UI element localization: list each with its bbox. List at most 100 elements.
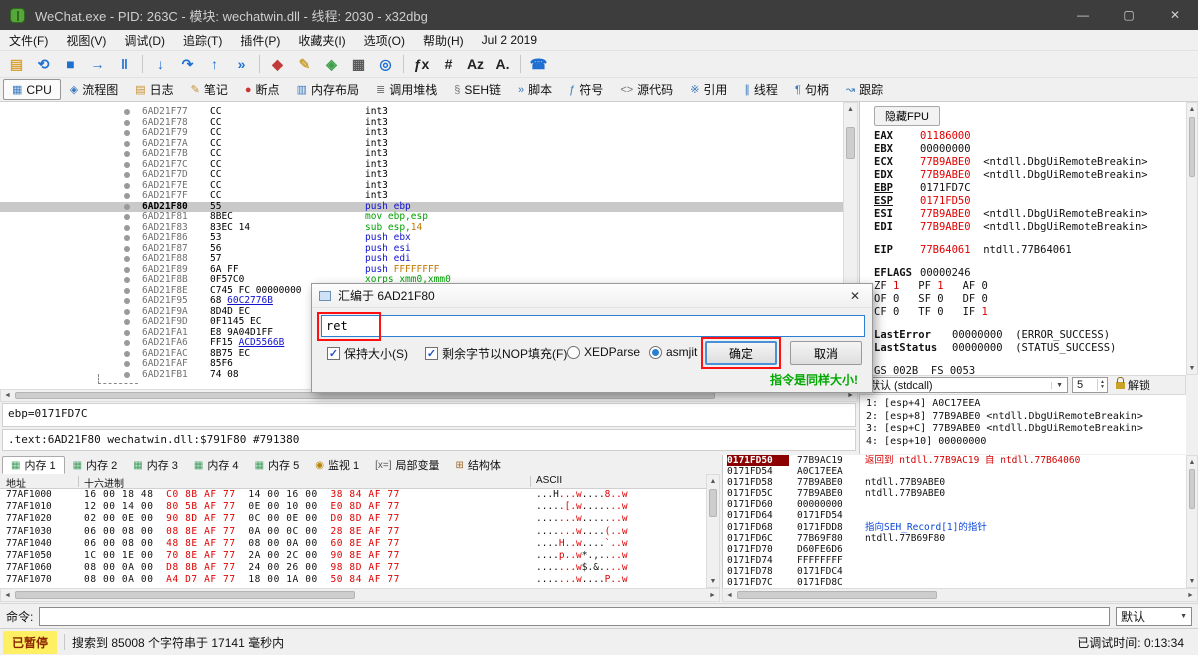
register-row[interactable]: ESI77B9ABE0 <ntdll.DbgUiRemoteBreakin> (860, 208, 1186, 221)
save-database-button[interactable]: ◎ (373, 52, 398, 76)
dump-row[interactable]: 77AF107008 00 0A 00 A4 D7 AF 77 18 00 1A… (0, 574, 706, 586)
menu-item-debug[interactable]: 调试(D) (115, 30, 174, 50)
stack-row[interactable]: 0171FD640171FD54 (723, 510, 1186, 521)
restart-button[interactable]: ⟲ (31, 52, 56, 76)
stack-row[interactable]: 0171FD7C0171FD8C (723, 577, 1186, 588)
breakpoint-dot[interactable] (124, 256, 130, 262)
breakpoint-dot[interactable] (124, 214, 130, 220)
disasm-row[interactable]: 6AD21F8756push esi (0, 244, 843, 255)
calculator-hash-button[interactable]: # (436, 52, 461, 76)
tab-threads[interactable]: ∥线程 (736, 79, 786, 100)
disasm-row[interactable]: 6AD21F78CCint3 (0, 118, 843, 129)
breakpoint-dot[interactable] (124, 172, 130, 178)
dock-tab-struct[interactable]: ⊞结构体 (448, 456, 509, 474)
scroll-thumb[interactable] (1189, 117, 1195, 177)
unlock-checkbox[interactable]: 解锁 (1128, 377, 1150, 393)
breakpoint-dot[interactable] (124, 162, 130, 168)
case-text-button[interactable]: A. (490, 52, 515, 76)
tab-seh[interactable]: §SEH链 (446, 79, 509, 100)
disasm-row[interactable]: 6AD21F77CCint3 (0, 107, 843, 118)
command-profile-select[interactable]: 默认 ▼ (1116, 607, 1192, 626)
breakpoint-dot[interactable] (124, 340, 130, 346)
stack-row[interactable]: 0171FD6C77B69F80ntdll.77B69F80 (723, 533, 1186, 544)
command-input[interactable] (39, 607, 1110, 626)
stack-row[interactable]: 0171FD5077B9AC19返回到 ntdll.77B9AC19 自 ntd… (723, 455, 1186, 466)
dialog-titlebar[interactable]: 汇编于 6AD21F80 ✕ (312, 284, 872, 308)
stack-row[interactable]: 0171FD6000000000 (723, 499, 1186, 510)
register-row[interactable]: EBX00000000 (860, 143, 1186, 156)
memory-map-button[interactable]: ▦ (346, 52, 371, 76)
assembly-input[interactable] (321, 315, 865, 337)
scroll-thumb[interactable] (1189, 469, 1195, 509)
dump-row[interactable]: 77AF101012 00 14 00 80 5B AF 77 0E 00 10… (0, 501, 706, 513)
menu-item-plugins[interactable]: 插件(P) (231, 30, 289, 50)
close-button[interactable]: ✕ (1152, 0, 1198, 30)
scroll-thumb[interactable] (737, 591, 937, 599)
disasm-row[interactable]: 6AD21F8653push ebx (0, 233, 843, 244)
dump-row[interactable]: 77AF106008 00 0A 00 D8 8B AF 77 24 00 26… (0, 562, 706, 574)
register-row[interactable]: LastError00000000 (ERROR_SUCCESS) (860, 329, 1186, 342)
tab-script[interactable]: »脚本 (510, 79, 560, 100)
patches-button[interactable]: ◆ (265, 52, 290, 76)
ok-button[interactable]: 确定 (705, 341, 777, 365)
dump-vscrollbar[interactable]: ▲ ▼ (706, 474, 720, 588)
stack-hscrollbar[interactable]: ◄ ► (722, 588, 1198, 602)
calling-convention-select[interactable]: 默认 (stdcall) ▼ (864, 377, 1068, 393)
register-row[interactable]: CF 0 TF 0 IF 1 (860, 306, 1186, 319)
scroll-up-icon[interactable]: ▲ (707, 475, 719, 487)
disasm-row[interactable]: 6AD21F7DCCint3 (0, 170, 843, 181)
menu-item-file[interactable]: 文件(F) (0, 30, 57, 50)
scroll-left-icon[interactable]: ◄ (1, 589, 14, 601)
scroll-down-icon[interactable]: ▼ (707, 575, 719, 587)
scroll-up-icon[interactable]: ▲ (1187, 456, 1197, 468)
memory-dump-pane[interactable]: 地址 十六进制 ASCII 77AF100016 00 18 48 C0 8B … (0, 474, 706, 588)
breakpoint-dot[interactable] (124, 330, 130, 336)
disasm-row[interactable]: 6AD21F7FCCint3 (0, 191, 843, 202)
disasm-row[interactable]: 6AD21F7ACCint3 (0, 139, 843, 150)
dump-hscrollbar[interactable]: ◄ ► (0, 588, 720, 602)
breakpoint-dot[interactable] (124, 235, 130, 241)
maximize-button[interactable]: ▢ (1106, 0, 1152, 30)
register-row[interactable]: EDX77B9ABE0 <ntdll.DbgUiRemoteBreakin> (860, 169, 1186, 182)
breakpoint-dot[interactable] (124, 130, 130, 136)
register-row[interactable]: EFLAGS00000246 (860, 267, 1186, 280)
breakpoint-dot[interactable] (124, 288, 130, 294)
cancel-button[interactable]: 取消 (790, 341, 862, 365)
stack-argument[interactable]: 4: [esp+10] 00000000 (860, 436, 1186, 449)
tab-graph[interactable]: ◈流程图 (62, 79, 126, 100)
dock-tab-watch1[interactable]: ◉监视 1 (307, 456, 367, 474)
tab-source[interactable]: <>源代码 (612, 79, 681, 100)
register-row[interactable]: ECX77B9ABE0 <ntdll.DbgUiRemoteBreakin> (860, 156, 1186, 169)
disasm-row[interactable]: 6AD21F8383EC 14sub esp,14 (0, 223, 843, 234)
registers-pane[interactable]: 隐藏FPU EAX01186000EBX00000000ECX77B9ABE0 … (859, 102, 1186, 375)
open-file-button[interactable]: ▤ (4, 52, 29, 76)
preferences-fx-button[interactable]: ƒx (409, 52, 434, 76)
stack-row[interactable]: 0171FD780171FDC4 (723, 566, 1186, 577)
step-over-button[interactable]: ↷ (175, 52, 200, 76)
scroll-thumb[interactable] (15, 392, 715, 399)
step-into-button[interactable]: ↓ (148, 52, 173, 76)
menu-item-options[interactable]: 选项(O) (355, 30, 414, 50)
breakpoint-dot[interactable] (124, 361, 130, 367)
stack-row[interactable]: 0171FD70D60FE6D6 (723, 544, 1186, 555)
stack-row[interactable]: 0171FD5877B9ABE0ntdll.77B9ABE0 (723, 477, 1186, 488)
stack-row[interactable]: 0171FD54A0C17EEA (723, 466, 1186, 477)
scroll-down-icon[interactable]: ▼ (1187, 362, 1197, 374)
nop-fill-checkbox[interactable]: 剩余字节以NOP填充(F) (425, 345, 567, 362)
scroll-thumb[interactable] (709, 489, 717, 517)
dock-tab-locals[interactable]: [x=]局部变量 (367, 456, 447, 474)
breakpoint-dot[interactable] (124, 141, 130, 147)
breakpoint-dot[interactable] (124, 309, 130, 315)
stack-row[interactable]: 0171FD5C77B9ABE0ntdll.77B9ABE0 (723, 488, 1186, 499)
stack-pane[interactable]: 0171FD5077B9AC19返回到 ntdll.77B9AC19 自 ntd… (722, 455, 1186, 588)
comment-button[interactable]: ✎ (292, 52, 317, 76)
scroll-left-icon[interactable]: ◄ (1, 390, 14, 401)
register-row[interactable]: ZF 1 PF 1 AF 0 (860, 280, 1186, 293)
menu-item-build-date[interactable]: Jul 2 2019 (473, 30, 546, 50)
breakpoint-dot[interactable] (124, 183, 130, 189)
dump-row[interactable]: 77AF104006 00 08 00 48 8E AF 77 08 00 0A… (0, 538, 706, 550)
tab-notes[interactable]: ✎笔记 (183, 79, 236, 100)
tab-handles[interactable]: ¶句柄 (787, 79, 837, 100)
phone-button[interactable]: ☎ (526, 52, 551, 76)
dump-row[interactable]: 77AF100016 00 18 48 C0 8B AF 77 14 00 16… (0, 489, 706, 501)
